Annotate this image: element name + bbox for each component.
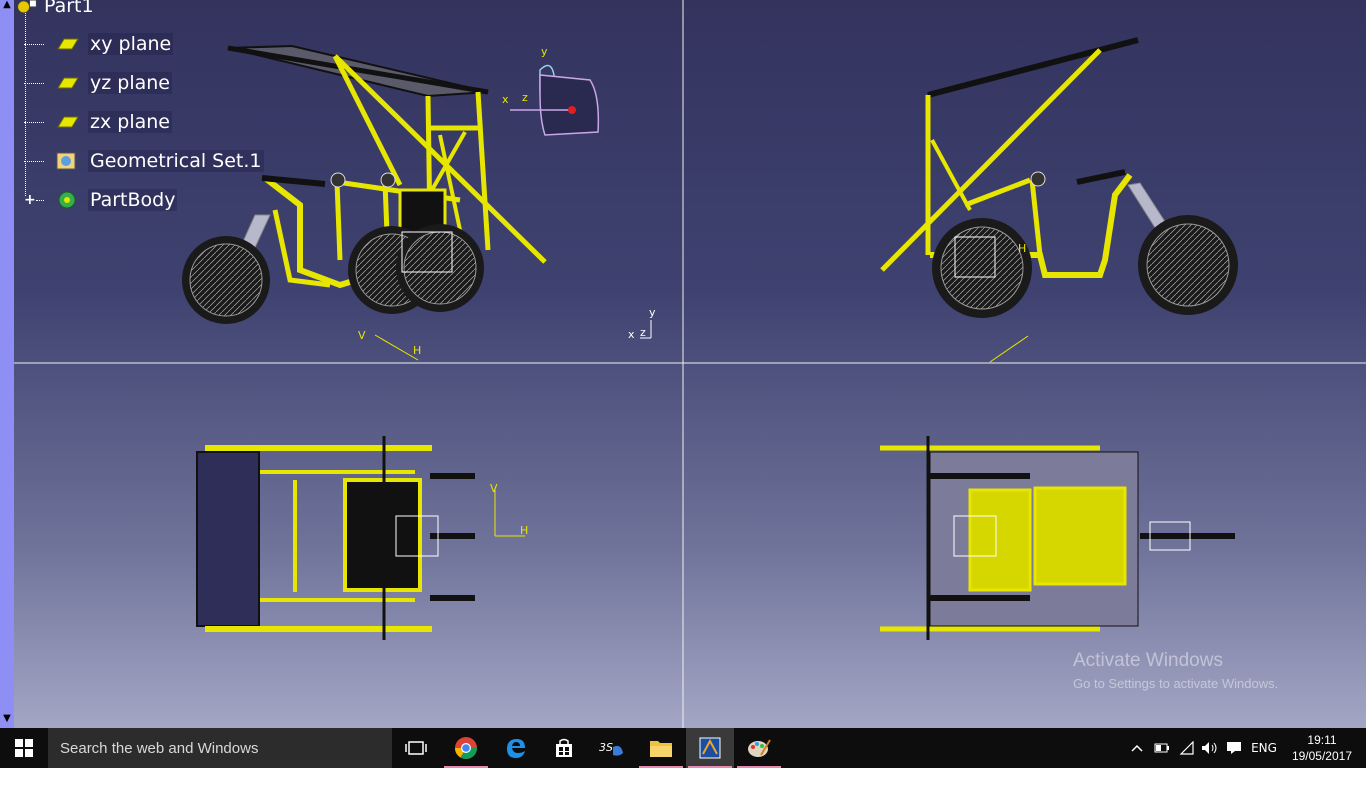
plane-icon <box>57 38 79 50</box>
plane-icon <box>57 77 79 89</box>
side-view: H <box>880 37 1238 363</box>
taskbar: Search the web and Windows 3S ENG 19:11 … <box>0 728 1366 768</box>
triad-y-label: y <box>649 306 656 319</box>
store-app-button[interactable] <box>540 728 588 768</box>
tree-root-part1[interactable]: Part1 <box>16 0 96 20</box>
edge-icon <box>507 739 525 758</box>
language-indicator[interactable]: ENG <box>1248 728 1280 768</box>
show-hidden-icons-button[interactable] <box>1128 728 1146 768</box>
clock-time: 19:11 <box>1307 733 1337 747</box>
compass-x-label: x <box>502 93 509 106</box>
axis-label-h: H <box>413 344 421 357</box>
tree-item-zx-plane[interactable]: zx plane <box>24 108 172 136</box>
search-placeholder: Search the web and Windows <box>60 739 259 757</box>
top-axis-v: V <box>490 482 498 495</box>
start-button[interactable] <box>0 728 48 768</box>
store-icon <box>556 738 572 757</box>
triad-z-label: z <box>640 326 646 339</box>
axis-triad: y x z <box>628 306 656 341</box>
compass-z-label: z <box>522 91 528 104</box>
scroll-down-arrow-icon[interactable]: ▼ <box>2 714 12 724</box>
catia-3ds-icon: 3S <box>599 741 623 756</box>
specification-tree[interactable]: Part1 xy plane yz plane zx plane Geometr… <box>14 0 274 220</box>
triad-x-label: x <box>628 328 635 341</box>
side-axis-h: H <box>1018 242 1026 255</box>
plane-icon <box>57 116 79 128</box>
compass-widget[interactable]: y x z <box>502 45 600 136</box>
search-box[interactable]: Search the web and Windows <box>48 728 392 768</box>
part-body-icon <box>58 191 76 209</box>
top-view: V H <box>196 436 528 640</box>
paint-icon <box>748 739 771 757</box>
battery-button[interactable] <box>1152 728 1172 768</box>
chrome-icon <box>455 737 477 759</box>
activate-subtitle: Go to Settings to activate Windows. <box>1073 676 1279 691</box>
svg-text:3S: 3S <box>599 741 613 754</box>
chrome-app-button[interactable] <box>442 728 490 768</box>
tree-item-partbody[interactable]: + PartBody <box>24 186 178 214</box>
file-explorer-app-button[interactable] <box>637 728 685 768</box>
battery-icon <box>1154 743 1169 753</box>
top-axis-h: H <box>520 524 528 537</box>
file-explorer-icon <box>650 741 672 757</box>
volume-button[interactable] <box>1199 728 1221 768</box>
scroll-up-arrow-icon[interactable]: ▲ <box>2 0 12 10</box>
catia-3ds-app-button[interactable]: 3S <box>588 728 636 768</box>
language-label: ENG <box>1251 741 1277 755</box>
clock[interactable]: 19:11 19/05/2017 <box>1292 732 1352 764</box>
tree-scrollbar[interactable]: ▲ ▼ <box>0 0 14 728</box>
tree-item-label: Geometrical Set.1 <box>88 150 264 172</box>
geometrical-set-icon <box>56 152 76 170</box>
edge-app-button[interactable] <box>492 728 540 768</box>
bottom-view <box>880 436 1235 640</box>
catia-app-icon <box>699 737 721 759</box>
catia-app-button[interactable] <box>686 728 734 768</box>
wifi-icon <box>1179 741 1194 755</box>
tree-item-label: zx plane <box>88 111 172 133</box>
tree-item-yz-plane[interactable]: yz plane <box>24 69 172 97</box>
action-center-button[interactable] <box>1223 728 1245 768</box>
paint-app-button[interactable] <box>735 728 783 768</box>
catia-3d-viewport[interactable]: V H y x z y x z H V H ▲ ▼ Part1 xy plane… <box>0 0 1366 728</box>
tree-item-geometrical-set[interactable]: Geometrical Set.1 <box>24 147 264 175</box>
tree-item-xy-plane[interactable]: xy plane <box>24 30 174 58</box>
expand-plus-icon[interactable]: + <box>24 193 36 207</box>
clock-date: 19/05/2017 <box>1291 749 1352 763</box>
task-view-button[interactable] <box>392 728 440 768</box>
windows-logo-icon <box>15 739 33 757</box>
compass-y-label: y <box>541 45 548 58</box>
notification-icon <box>1227 742 1241 754</box>
part-icon <box>17 0 37 14</box>
tree-item-label: xy plane <box>88 33 174 55</box>
tree-item-label: yz plane <box>88 72 172 94</box>
axis-label-v: V <box>358 329 366 342</box>
chevron-up-icon <box>1131 744 1143 752</box>
activate-windows-watermark: Activate Windows Go to Settings to activ… <box>1073 650 1278 691</box>
task-view-icon <box>405 741 427 755</box>
tree-root-label: Part1 <box>44 0 94 17</box>
activate-title: Activate Windows <box>1073 650 1223 671</box>
speaker-icon <box>1202 742 1217 754</box>
network-button[interactable] <box>1177 728 1197 768</box>
tree-item-label: PartBody <box>88 189 178 211</box>
